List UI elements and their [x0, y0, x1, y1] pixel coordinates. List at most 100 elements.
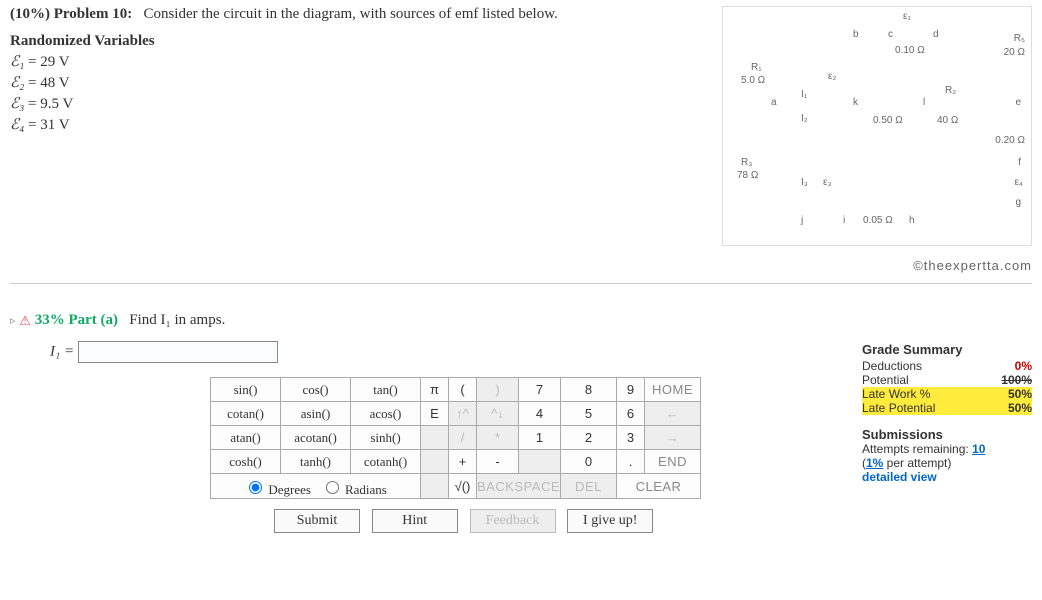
sym-plus[interactable]: +	[449, 450, 477, 474]
lbl-ri3v: 0.05 Ω	[863, 215, 893, 226]
part-percent: 33%	[35, 312, 65, 328]
fn-cosh[interactable]: cosh()	[211, 450, 281, 474]
expand-icon[interactable]: ▹	[10, 314, 16, 327]
part-section: ▹ ⚠ 33% Part (a) Find I₁ in amps. I₁ = G…	[10, 312, 1032, 533]
key-left[interactable]: ←	[645, 402, 701, 426]
num-6[interactable]: 6	[617, 402, 645, 426]
lbl-i: i	[843, 215, 845, 226]
var-symbol: ℰ₃	[10, 96, 24, 112]
lbl-k: k	[853, 97, 858, 108]
sym-supup[interactable]: ↑^	[449, 402, 477, 426]
lbl-e3: ε₃	[823, 177, 832, 188]
per-attempt-row: (1% per attempt)	[862, 456, 1032, 470]
sym-lparen[interactable]: (	[449, 378, 477, 402]
sym-supdn[interactable]: ^↓	[477, 402, 519, 426]
potential-value: 100%	[1001, 373, 1032, 387]
fn-acotan[interactable]: acotan()	[281, 426, 351, 450]
sym-mul[interactable]: *	[477, 426, 519, 450]
degrees-radio-input[interactable]	[249, 481, 262, 494]
fn-sin[interactable]: sin()	[211, 378, 281, 402]
lbl-f: f	[1018, 157, 1021, 168]
var-line: ℰ₃ = 9.5 V	[10, 94, 702, 113]
detailed-view-link[interactable]: detailed view	[862, 470, 1032, 484]
fn-cotan[interactable]: cotan()	[211, 402, 281, 426]
lbl-b: b	[853, 29, 859, 40]
fn-tan[interactable]: tan()	[351, 378, 421, 402]
fn-tanh[interactable]: tanh()	[281, 450, 351, 474]
num-9[interactable]: 9	[617, 378, 645, 402]
lbl-r2: R₂	[945, 85, 956, 96]
lbl-c: c	[888, 29, 893, 40]
num-3[interactable]: 3	[617, 426, 645, 450]
key-right[interactable]: →	[645, 426, 701, 450]
sym-blank1	[421, 426, 449, 450]
sym-blank2	[421, 450, 449, 474]
fn-atan[interactable]: atan()	[211, 426, 281, 450]
answer-label: I₁ =	[50, 343, 74, 359]
num-2[interactable]: 2	[561, 426, 617, 450]
sym-E[interactable]: E	[421, 402, 449, 426]
var-line: ℰ₂ = 48 V	[10, 73, 702, 92]
var-value: = 9.5 V	[28, 96, 73, 112]
keypad: sin() cos() tan() π ( ) 7 8 9 HOME cotan…	[210, 377, 710, 533]
latework-label: Late Work %	[862, 387, 930, 401]
fn-sinh[interactable]: sinh()	[351, 426, 421, 450]
key-home[interactable]: HOME	[645, 378, 701, 402]
submit-button[interactable]: Submit	[274, 509, 360, 533]
deductions-label: Deductions	[862, 359, 922, 373]
radians-radio[interactable]: Radians	[321, 482, 387, 497]
var-value: = 31 V	[28, 117, 70, 133]
key-del[interactable]: DEL	[561, 474, 617, 499]
part-question: Find I₁ in amps.	[129, 312, 225, 328]
problem-title-line: (10%) Problem 10: Consider the circuit i…	[10, 6, 702, 23]
num-7[interactable]: 7	[519, 378, 561, 402]
fn-cos[interactable]: cos()	[281, 378, 351, 402]
lbl-r5: R₅	[1014, 33, 1025, 44]
sym-div[interactable]: /	[449, 426, 477, 450]
fn-asin[interactable]: asin()	[281, 402, 351, 426]
degrees-radio[interactable]: Degrees	[244, 482, 311, 497]
radians-radio-input[interactable]	[326, 481, 339, 494]
sym-pi[interactable]: π	[421, 378, 449, 402]
problem-weight: (10%)	[10, 6, 50, 22]
attempts-row: Attempts remaining: 10	[862, 442, 1032, 456]
lbl-a: a	[771, 97, 777, 108]
key-clear[interactable]: CLEAR	[617, 474, 701, 499]
action-buttons: Submit Hint Feedback I give up!	[270, 509, 710, 533]
latepot-label: Late Potential	[862, 401, 935, 415]
lbl-r5v: 20 Ω	[1004, 47, 1025, 58]
submissions-title: Submissions	[862, 427, 1032, 442]
num-4[interactable]: 4	[519, 402, 561, 426]
giveup-button[interactable]: I give up!	[567, 509, 653, 533]
problem-prompt: Consider the circuit in the diagram, wit…	[143, 6, 557, 22]
var-value: = 48 V	[28, 75, 70, 91]
num-1[interactable]: 1	[519, 426, 561, 450]
key-sqrt[interactable]: √()	[449, 474, 477, 499]
lbl-ri2v: 0.50 Ω	[873, 115, 903, 126]
lbl-r2v: 40 Ω	[937, 115, 958, 126]
hint-button[interactable]: Hint	[372, 509, 458, 533]
num-8[interactable]: 8	[561, 378, 617, 402]
latepot-value: 50%	[1008, 401, 1032, 415]
attempts-value[interactable]: 10	[972, 442, 985, 456]
deductions-row: Deductions 0%	[862, 359, 1032, 373]
latework-value: 50%	[1008, 387, 1032, 401]
num-blank	[519, 450, 561, 474]
num-dot[interactable]: .	[617, 450, 645, 474]
sym-minus[interactable]: -	[477, 450, 519, 474]
key-end[interactable]: END	[645, 450, 701, 474]
potential-row: Potential 100%	[862, 373, 1032, 387]
answer-input[interactable]	[78, 341, 278, 363]
problem-header-area: (10%) Problem 10: Consider the circuit i…	[10, 6, 1032, 284]
keypad-table: sin() cos() tan() π ( ) 7 8 9 HOME cotan…	[210, 377, 701, 499]
num-5[interactable]: 5	[561, 402, 617, 426]
fn-acos[interactable]: acos()	[351, 402, 421, 426]
copyright: ©theexpertta.com	[702, 258, 1032, 273]
key-backspace[interactable]: BACKSPACE	[477, 474, 561, 499]
deductions-value: 0%	[1015, 359, 1032, 373]
circuit-diagram: ε₁ b c d 0.10 Ω R₅ 20 Ω R₁ 5.0 Ω ε₂ a I₁…	[722, 6, 1032, 246]
fn-cotanh[interactable]: cotanh()	[351, 450, 421, 474]
sym-rparen[interactable]: )	[477, 378, 519, 402]
grade-summary-title: Grade Summary	[862, 342, 1032, 357]
num-0[interactable]: 0	[561, 450, 617, 474]
